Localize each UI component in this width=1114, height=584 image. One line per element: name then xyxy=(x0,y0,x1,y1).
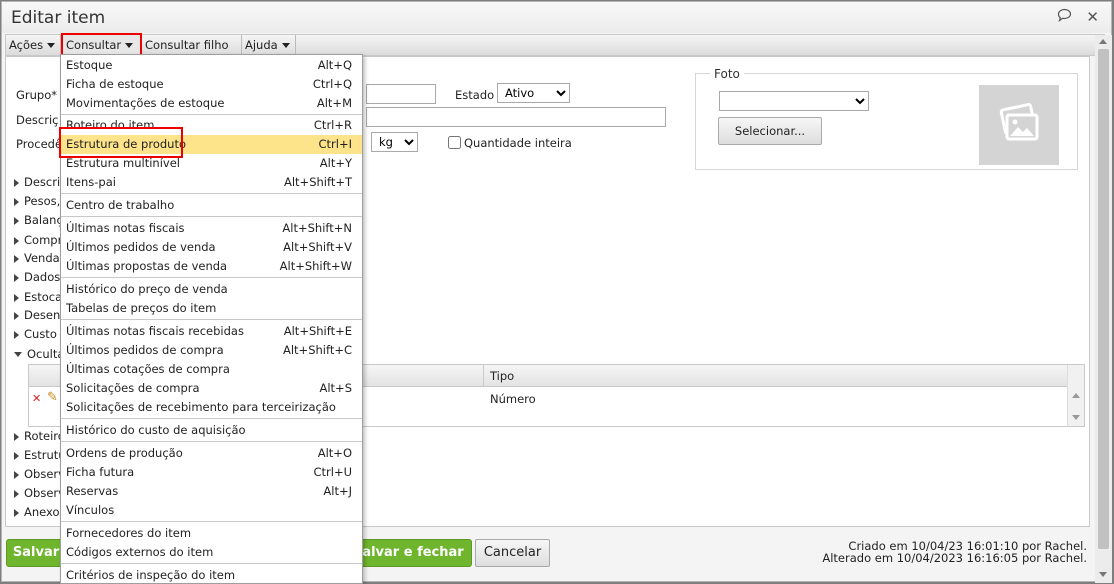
menu-item-tabelas-precos[interactable]: Tabelas de preços do item xyxy=(61,299,362,318)
window-title: Editar item xyxy=(11,8,106,28)
menu-item-ordens-producao[interactable]: Ordens de produção Alt+O xyxy=(61,444,362,463)
section-desenl[interactable]: Desenl xyxy=(14,308,63,322)
menu-item-pedidos-compra[interactable]: Últimos pedidos de compra Alt+Shift+C xyxy=(61,341,362,360)
section-venda[interactable]: Venda xyxy=(14,251,60,265)
menu-item-vinculos[interactable]: Vínculos xyxy=(61,501,362,520)
chevron-down-icon xyxy=(47,43,56,48)
title-bar: Editar item ✕ xyxy=(2,2,1111,33)
grupo-label: Grupo* xyxy=(16,88,58,102)
section-balanc[interactable]: Balanç xyxy=(14,213,63,227)
unit-select[interactable]: kg xyxy=(371,132,418,152)
salvar-button[interactable]: Salvar xyxy=(6,539,66,567)
menu-item-roteiro[interactable]: Roteiro do item Ctrl+R xyxy=(61,116,362,135)
foto-legend: Foto xyxy=(710,67,744,81)
section-pesos[interactable]: Pesos, xyxy=(14,194,60,208)
descricao-field[interactable] xyxy=(366,107,666,127)
chevron-down-icon xyxy=(281,43,290,48)
speech-bubble-icon[interactable] xyxy=(1057,8,1077,26)
menu-item-ultimos-pedidos-venda[interactable]: Últimos pedidos de venda Alt+Shift+V xyxy=(61,238,362,257)
menu-item-movimentacoes[interactable]: Movimentações de estoque Alt+M xyxy=(61,94,362,113)
descricao-label: Descriç xyxy=(16,113,59,127)
image-placeholder-icon xyxy=(979,85,1059,165)
selecionar-button[interactable]: Selecionar... xyxy=(718,117,822,145)
delete-icon[interactable]: ✕ xyxy=(32,392,41,405)
menu-item-criterios-inspecao[interactable]: Critérios de inspeção do item xyxy=(61,566,362,583)
foto-panel: Foto Selecionar... xyxy=(695,67,1078,170)
estado-label: Estado xyxy=(455,88,495,102)
section-observ-2[interactable]: Observ xyxy=(14,486,65,500)
menu-item-cotacoes-compra[interactable]: Últimas cotações de compra xyxy=(61,360,362,379)
quantidade-inteira-checkbox[interactable] xyxy=(448,136,461,149)
section-compr[interactable]: Compr xyxy=(14,233,62,247)
altered-info: Alterado em 10/04/2023 16:16:05 por Rach… xyxy=(822,551,1087,565)
menu-item-ultimas-propostas[interactable]: Últimas propostas de venda Alt+Shift+W xyxy=(61,257,362,276)
menu-item-estrutura-multinivel[interactable]: Estrutura multinível Alt+Y xyxy=(61,154,362,173)
salvar-e-fechar-button[interactable]: alvar e fechar xyxy=(354,539,472,567)
estado-select[interactable]: Ativo xyxy=(497,83,570,103)
section-roteiro[interactable]: Roteiro xyxy=(14,429,65,443)
grupo-field[interactable] xyxy=(366,84,436,104)
section-custo[interactable]: Custo xyxy=(14,327,57,341)
cancelar-button[interactable]: Cancelar xyxy=(475,539,550,567)
menu-item-centro-trabalho[interactable]: Centro de trabalho xyxy=(61,196,362,215)
menu-item-historico-custo[interactable]: Histórico do custo de aquisição xyxy=(61,421,362,440)
section-estrutu[interactable]: Estrutu xyxy=(14,448,66,462)
quantidade-inteira-label: Quantidade inteira xyxy=(464,136,572,150)
section-dados[interactable]: Dados xyxy=(14,270,60,284)
menu-consultar-filho[interactable]: Consultar filho xyxy=(142,35,242,68)
section-observ-1[interactable]: Observ xyxy=(14,467,65,481)
menu-bar: Ações Consultar Consultar filho Ajuda xyxy=(5,33,1105,68)
section-anexos[interactable]: Anexos xyxy=(14,505,66,519)
section-estoca[interactable]: Estoca xyxy=(14,290,62,304)
grid-scrollbar[interactable] xyxy=(1067,365,1084,426)
menu-item-solicitacoes-compra[interactable]: Solicitações de compra Alt+S xyxy=(61,379,362,398)
menu-item-fornecedores[interactable]: Fornecedores do item xyxy=(61,524,362,543)
menu-item-solicitacoes-recebimento[interactable]: Solicitações de recebimento para terceir… xyxy=(61,398,362,417)
procedencia-label: Procedê xyxy=(16,137,63,151)
menu-item-codigos-externos[interactable]: Códigos externos do item xyxy=(61,543,362,562)
menu-item-ultimas-notas[interactable]: Últimas notas fiscais Alt+Shift+N xyxy=(61,219,362,238)
menu-item-notas-recebidas[interactable]: Últimas notas fiscais recebidas Alt+Shift… xyxy=(61,322,362,341)
edit-pencil-icon[interactable]: ✎ xyxy=(47,390,58,405)
menu-acoes[interactable]: Ações xyxy=(6,35,61,55)
menu-consultar[interactable]: Consultar xyxy=(61,33,142,56)
section-descri[interactable]: Descri xyxy=(14,175,60,189)
menu-item-historico-preco[interactable]: Histórico do preço de venda xyxy=(61,280,362,299)
menu-item-estrutura-produto[interactable]: Estrutura de produto Ctrl+I xyxy=(61,135,362,154)
menu-item-ficha-futura[interactable]: Ficha futura Ctrl+U xyxy=(61,463,362,482)
consultar-dropdown-menu: Estoque Alt+Q Ficha de estoque Ctrl+Q Movi… xyxy=(60,54,363,584)
grid-cell-tipo: Número xyxy=(490,392,536,406)
foto-select[interactable] xyxy=(719,91,869,111)
menu-item-ficha-estoque[interactable]: Ficha de estoque Ctrl+Q xyxy=(61,75,362,94)
chevron-down-icon xyxy=(125,43,134,48)
menu-item-itens-pai[interactable]: Itens-pai Alt+Shift+T xyxy=(61,173,362,192)
menu-item-reservas[interactable]: Reservas Alt+J xyxy=(61,482,362,501)
menu-item-estoque[interactable]: Estoque Alt+Q xyxy=(61,56,362,75)
close-icon[interactable]: ✕ xyxy=(1086,8,1099,26)
grid-header-tipo[interactable]: Tipo xyxy=(483,365,1068,387)
menu-ajuda[interactable]: Ajuda xyxy=(242,35,296,55)
window-scrollbar[interactable] xyxy=(1095,35,1112,583)
